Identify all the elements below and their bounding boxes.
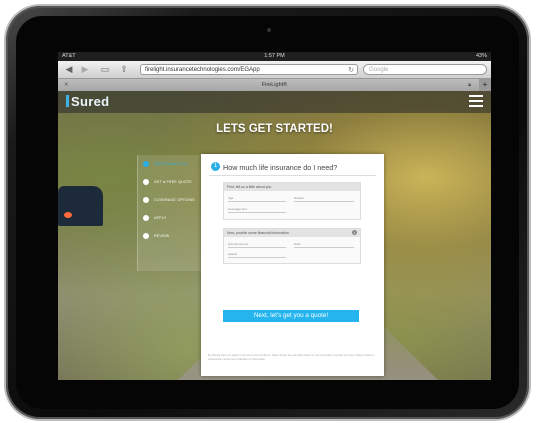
browser-toolbar: ◀ ▶ ▭ ⇪ firelight.insurancetechnologies.… [58, 61, 491, 79]
address-bar[interactable]: firelight.insurancetechnologies.com/EGAp… [140, 64, 358, 75]
logo-text: Sured [71, 94, 110, 109]
menu-icon[interactable] [469, 95, 483, 107]
assets-field[interactable]: Assets [228, 251, 286, 258]
step-apply[interactable]: APPLY [138, 209, 201, 227]
pen-icon [143, 215, 149, 221]
camera-icon [267, 28, 271, 32]
get-quote-button[interactable]: Next, let's get you a quote! [223, 310, 359, 322]
dollar-icon [143, 179, 149, 185]
site-logo[interactable]: Sured [66, 94, 109, 109]
lock-icon: 🔒︎ [468, 82, 471, 88]
clock: 1:57 PM [264, 53, 285, 59]
financial-section: Now, provide some financial information i… [223, 228, 361, 264]
car-taillight [64, 212, 72, 218]
form-question: How much life insurance do I need? [223, 163, 338, 172]
about-you-section: First, tell us a little about you Age Ge… [223, 182, 361, 220]
status-bar: AT&T 1:57 PM 43% [58, 52, 491, 61]
gender-field[interactable]: Gender [294, 195, 354, 202]
step-number-badge: 1 [211, 162, 220, 171]
site-header: Sured [58, 91, 491, 113]
check-icon [143, 197, 149, 203]
url-text: firelight.insurancetechnologies.com/EGAp… [145, 67, 260, 73]
document-icon [143, 233, 149, 239]
page-headline: LETS GET STARTED! [216, 123, 333, 135]
section-header: First, tell us a little about you [224, 183, 360, 191]
share-icon[interactable]: ⇪ [118, 64, 130, 75]
web-page: Sured LETS GET STARTED! NEEDS ANALYSIS G… [58, 91, 491, 380]
tablet-screen: AT&T 1:57 PM 43% ◀ ▶ ▭ ⇪ firelight.insur… [58, 52, 491, 380]
step-needs-analysis[interactable]: NEEDS ANALYSIS [138, 155, 201, 173]
new-tab-button[interactable]: + [479, 79, 491, 91]
age-field[interactable]: Age [228, 195, 286, 202]
background-car [58, 186, 103, 226]
needs-analysis-icon [143, 161, 149, 167]
tab-title[interactable]: FireLight® [58, 79, 491, 91]
section-header: Now, provide some financial information i [224, 229, 360, 237]
step-review[interactable]: REVIEW [138, 227, 201, 245]
forward-arrow-icon[interactable]: ▶ [80, 64, 90, 75]
battery-level: 43% [475, 53, 487, 59]
reload-icon[interactable]: ↻ [348, 65, 354, 76]
coverage-amount-field[interactable]: Coverage Amt [228, 206, 286, 213]
logo-mark [66, 95, 69, 107]
bookmarks-icon[interactable]: ▭ [98, 64, 112, 75]
info-icon[interactable]: i [352, 230, 357, 235]
debt-field[interactable]: Debt [294, 241, 354, 248]
quote-form-card: 1 How much life insurance do I need? Fir… [201, 154, 384, 376]
fine-print: By clicking Next you agree to our terms … [208, 354, 375, 361]
tab-bar: ✕ FireLight® 🔒︎ + [58, 79, 491, 91]
search-field[interactable]: Google [363, 64, 487, 75]
divider [209, 175, 376, 176]
annual-income-field[interactable]: Annual Income [228, 241, 286, 248]
back-arrow-icon[interactable]: ◀ [64, 64, 74, 75]
step-coverage-options[interactable]: COVERAGE OPTIONS [138, 191, 201, 209]
step-free-quote[interactable]: GET A FREE QUOTE [138, 173, 201, 191]
step-nav: NEEDS ANALYSIS GET A FREE QUOTE COVERAGE… [137, 155, 201, 271]
